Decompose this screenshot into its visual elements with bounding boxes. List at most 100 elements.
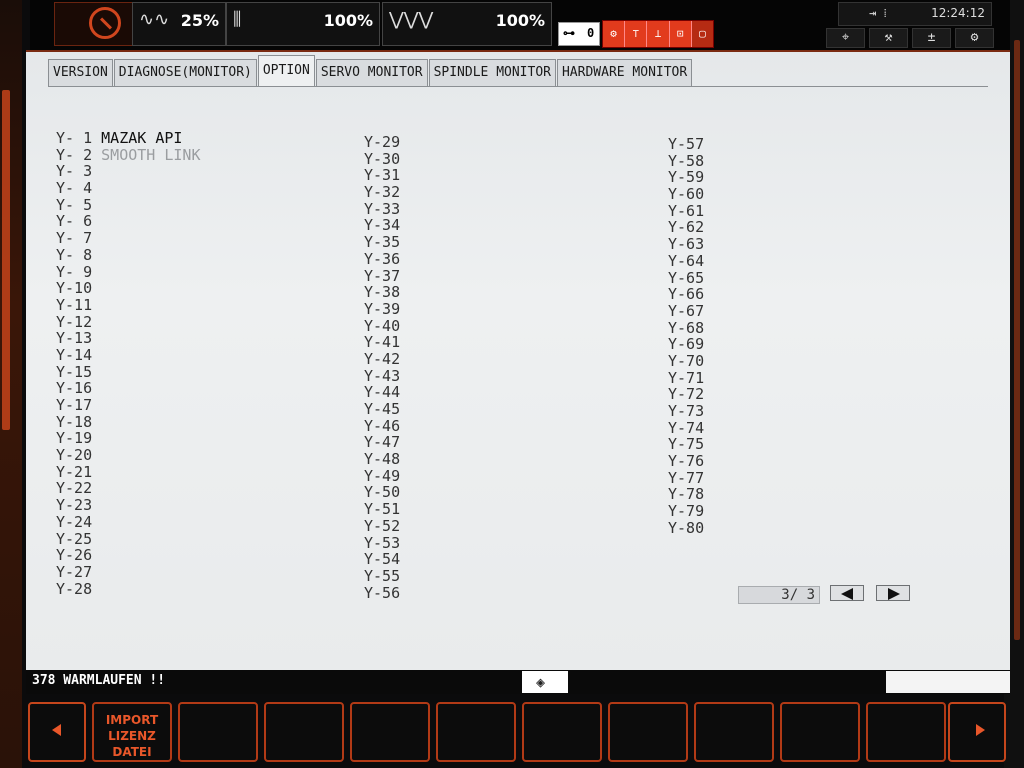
option-row: Y-14	[56, 347, 201, 364]
option-row: Y-41	[364, 334, 400, 351]
option-id: Y-80	[668, 518, 705, 537]
option-row: Y-10	[56, 280, 201, 297]
tab-servo-monitor[interactable]: SERVO MONITOR	[315, 59, 428, 86]
feed-override-display[interactable]: ∿∿ 25%	[132, 2, 226, 46]
tab-diagnose-monitor[interactable]: DIAGNOSE(MONITOR)	[113, 59, 257, 86]
option-id: Y-49	[364, 466, 401, 485]
settings-icon[interactable]: ⚙	[955, 28, 994, 48]
option-row: Y-36	[364, 250, 400, 268]
option-id: Y- 6	[56, 212, 93, 231]
option-id: Y-25	[56, 529, 93, 548]
key-status[interactable]: ⊶ 0	[558, 22, 600, 46]
softkey-prev-button[interactable]	[28, 702, 86, 762]
bezel-accent	[1014, 40, 1020, 640]
option-row: Y-59	[668, 169, 704, 186]
option-row: Y-44	[364, 384, 400, 401]
option-list-column-2: Y-29 Y-30 Y-31 Y-32 Y-33 Y-34 Y-35 Y-36 Y-37 Y-38…	[364, 134, 400, 601]
option-id: Y-78	[668, 485, 705, 504]
option-id: Y-61	[668, 201, 705, 220]
left-arrow-icon	[841, 588, 853, 600]
input-field[interactable]	[886, 671, 1010, 693]
option-id: Y-10	[56, 279, 93, 298]
softkey-2[interactable]	[178, 702, 258, 762]
position-icon[interactable]: ⌖	[826, 28, 865, 48]
option-id: Y-12	[56, 312, 93, 331]
message-bar: 378 WARMLAUFEN !! ◈	[26, 670, 1010, 694]
option-row: Y-72	[668, 386, 704, 403]
option-row: Y-12	[56, 312, 201, 331]
softkey-5[interactable]	[436, 702, 516, 762]
option-id: Y-46	[364, 416, 401, 435]
option-id: Y- 7	[56, 229, 93, 248]
spindle-icon: ⫼	[233, 9, 242, 30]
option-id: Y-42	[364, 349, 401, 368]
option-id: Y-57	[668, 135, 705, 153]
softkey-9[interactable]	[780, 702, 860, 762]
right-arrow-icon	[976, 724, 985, 736]
option-id: Y-52	[364, 516, 401, 535]
rapid-override-display[interactable]: ⋁⋁⋁ 100%	[382, 2, 552, 46]
option-row: Y-70	[668, 353, 704, 370]
option-row: Y-54	[364, 551, 400, 568]
tool-icon[interactable]: ⚒	[869, 28, 908, 48]
option-row: Y-78	[668, 486, 704, 503]
next-page-button[interactable]	[876, 585, 910, 601]
option-row: Y-24	[56, 512, 201, 531]
option-id: Y-63	[668, 235, 705, 254]
tab-hardware-monitor[interactable]: HARDWARE MONITOR	[556, 59, 693, 86]
display-switch-button[interactable]: ◈	[522, 671, 568, 693]
tab-version[interactable]: VERSION	[48, 59, 113, 86]
option-id: Y-41	[364, 333, 401, 352]
option-id: Y-34	[364, 216, 401, 235]
option-id: Y-59	[668, 168, 705, 187]
option-id: Y-37	[364, 266, 401, 285]
softkey-4[interactable]	[350, 702, 430, 762]
option-row: Y-46	[364, 416, 401, 435]
softkey-import-license-file[interactable]: IMPORT LIZENZ DATEI	[92, 702, 172, 762]
page-indicator: 3/ 3	[738, 586, 820, 604]
alarm-message: 378 WARMLAUFEN !!	[32, 673, 166, 688]
tab-spindle-monitor[interactable]: SPINDLE MONITOR	[428, 59, 556, 86]
adjust-icon[interactable]: ±	[912, 28, 951, 48]
option-id: Y-39	[364, 299, 401, 318]
option-row: Y-51	[364, 501, 400, 518]
option-id: Y-22	[56, 479, 93, 498]
softkey-8[interactable]	[694, 702, 774, 762]
option-id: Y- 2	[56, 145, 93, 164]
spindle-override-display[interactable]: ⫼ 100%	[226, 2, 380, 46]
option-row: Y-20	[56, 447, 201, 464]
softkey-label: IMPORT LIZENZ DATEI	[105, 713, 159, 759]
option-row: Y-79	[668, 503, 704, 520]
option-row: Y-75	[668, 436, 704, 453]
option-id: Y-77	[668, 468, 705, 487]
option-id: Y-73	[668, 402, 705, 420]
machine-status-indicators[interactable]: ⚙ ⊤ ⊥ ⊡ ▢	[602, 20, 714, 48]
option-row: Y-50	[364, 484, 400, 501]
option-row: Y-40	[364, 317, 400, 335]
option-id: Y-28	[56, 579, 93, 598]
tab-bar: VERSION DIAGNOSE(MONITOR) OPTION SERVO M…	[48, 55, 693, 86]
option-id: Y-35	[364, 233, 401, 252]
softkey-next-button[interactable]	[948, 702, 1006, 762]
option-id: Y-16	[56, 379, 93, 398]
option-row: Y-33	[364, 200, 400, 218]
prev-page-button[interactable]	[830, 585, 864, 601]
softkey-3[interactable]	[264, 702, 344, 762]
option-row: Y- 4	[56, 180, 201, 197]
option-id: Y-11	[56, 295, 93, 314]
option-row: Y-18	[56, 413, 201, 431]
option-row: Y-61	[668, 201, 705, 220]
option-id: Y-56	[364, 583, 401, 602]
option-id: Y-24	[56, 512, 93, 531]
option-id: Y-54	[364, 550, 401, 569]
option-id: Y- 3	[56, 162, 93, 181]
option-name: MAZAK API	[92, 129, 183, 147]
softkey-10[interactable]	[866, 702, 946, 762]
option-row: Y-71	[668, 369, 704, 387]
tab-option[interactable]: OPTION	[257, 55, 315, 86]
softkey-7[interactable]	[608, 702, 688, 762]
option-row: Y-32	[364, 184, 400, 201]
option-row: Y- 6	[56, 213, 201, 230]
softkey-6[interactable]	[522, 702, 602, 762]
option-id: Y-62	[668, 218, 705, 237]
